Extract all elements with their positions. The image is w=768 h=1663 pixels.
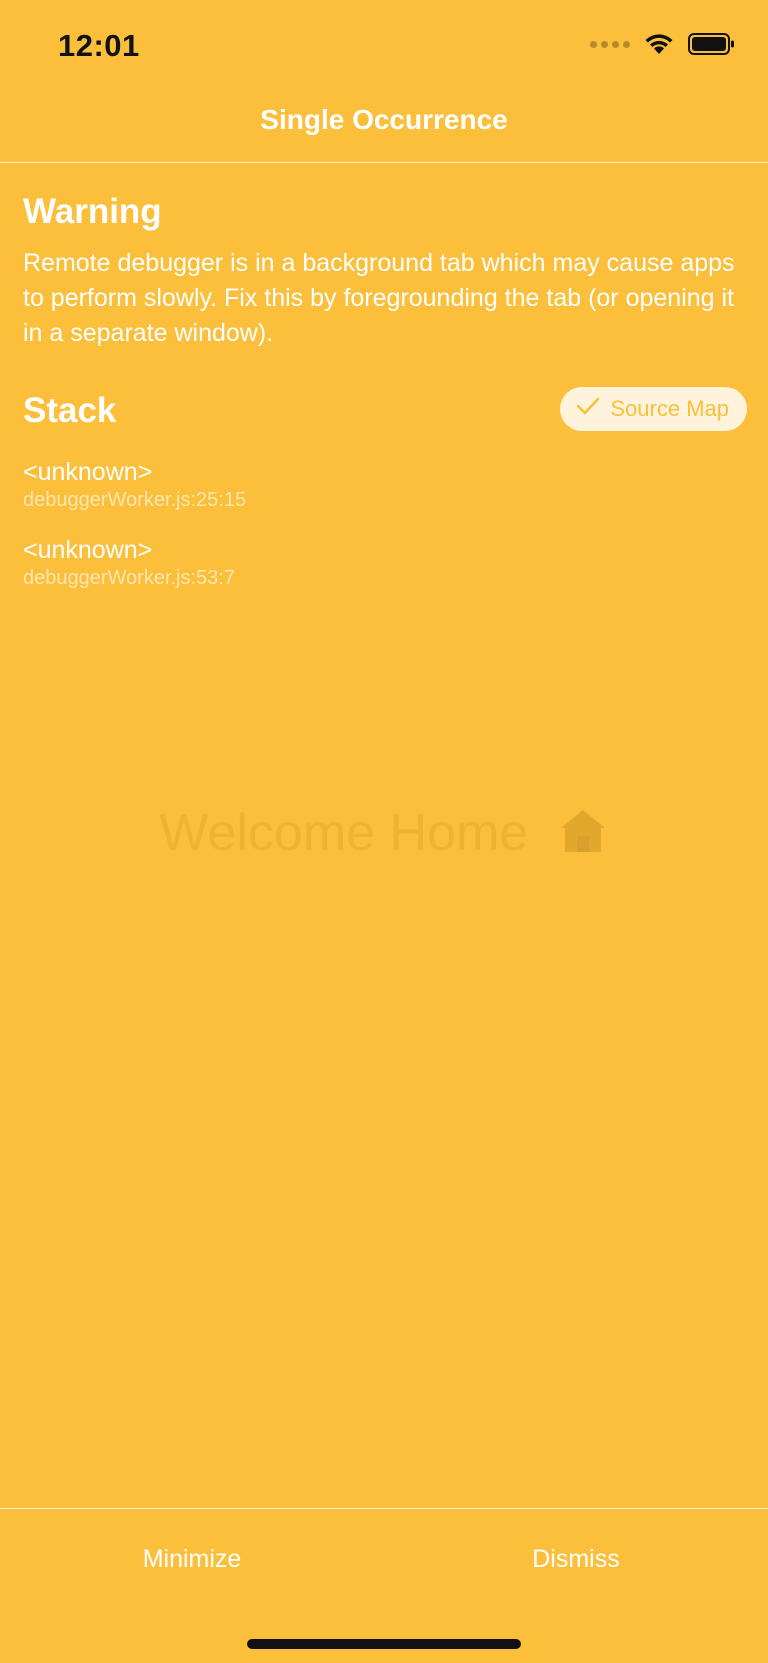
signal-icon	[590, 40, 630, 48]
status-time: 12:01	[58, 28, 140, 63]
minimize-button[interactable]: Minimize	[0, 1539, 384, 1579]
warning-heading: Warning	[23, 192, 162, 231]
status-bar: 12:01	[0, 0, 768, 92]
source-map-label: Source Map	[610, 396, 729, 421]
frame-file: debuggerWorker.js:53:7	[23, 567, 235, 589]
nav-header: Single Occurrence	[0, 92, 768, 163]
dismiss-button[interactable]: Dismiss	[384, 1539, 768, 1579]
frame-file: debuggerWorker.js:25:15	[23, 489, 247, 511]
background-app-text: Welcome Home	[0, 803, 768, 869]
stack-frame[interactable]: <unknown> debuggerWorker.js:25:15	[23, 457, 747, 513]
page-title: Single Occurrence	[260, 104, 508, 135]
frame-method: <unknown>	[23, 458, 153, 486]
home-indicator[interactable]	[247, 1639, 521, 1649]
log-box-content: Warning Remote debugger is in a backgrou…	[23, 192, 747, 613]
wifi-icon	[644, 32, 674, 56]
stack-header: Stack Source Map	[23, 387, 747, 437]
frame-method: <unknown>	[23, 536, 153, 564]
status-icons	[590, 32, 736, 56]
welcome-text: Welcome Home	[159, 804, 529, 862]
warning-message: Remote debugger is in a background tab w…	[23, 249, 735, 347]
stack-frame[interactable]: <unknown> debuggerWorker.js:53:7	[23, 535, 747, 591]
battery-icon	[688, 32, 736, 56]
house-icon	[557, 804, 609, 869]
source-map-button[interactable]: Source Map	[560, 387, 747, 431]
stack-frames: <unknown> debuggerWorker.js:25:15 <unkno…	[23, 457, 747, 591]
checkmark-icon	[576, 396, 600, 422]
